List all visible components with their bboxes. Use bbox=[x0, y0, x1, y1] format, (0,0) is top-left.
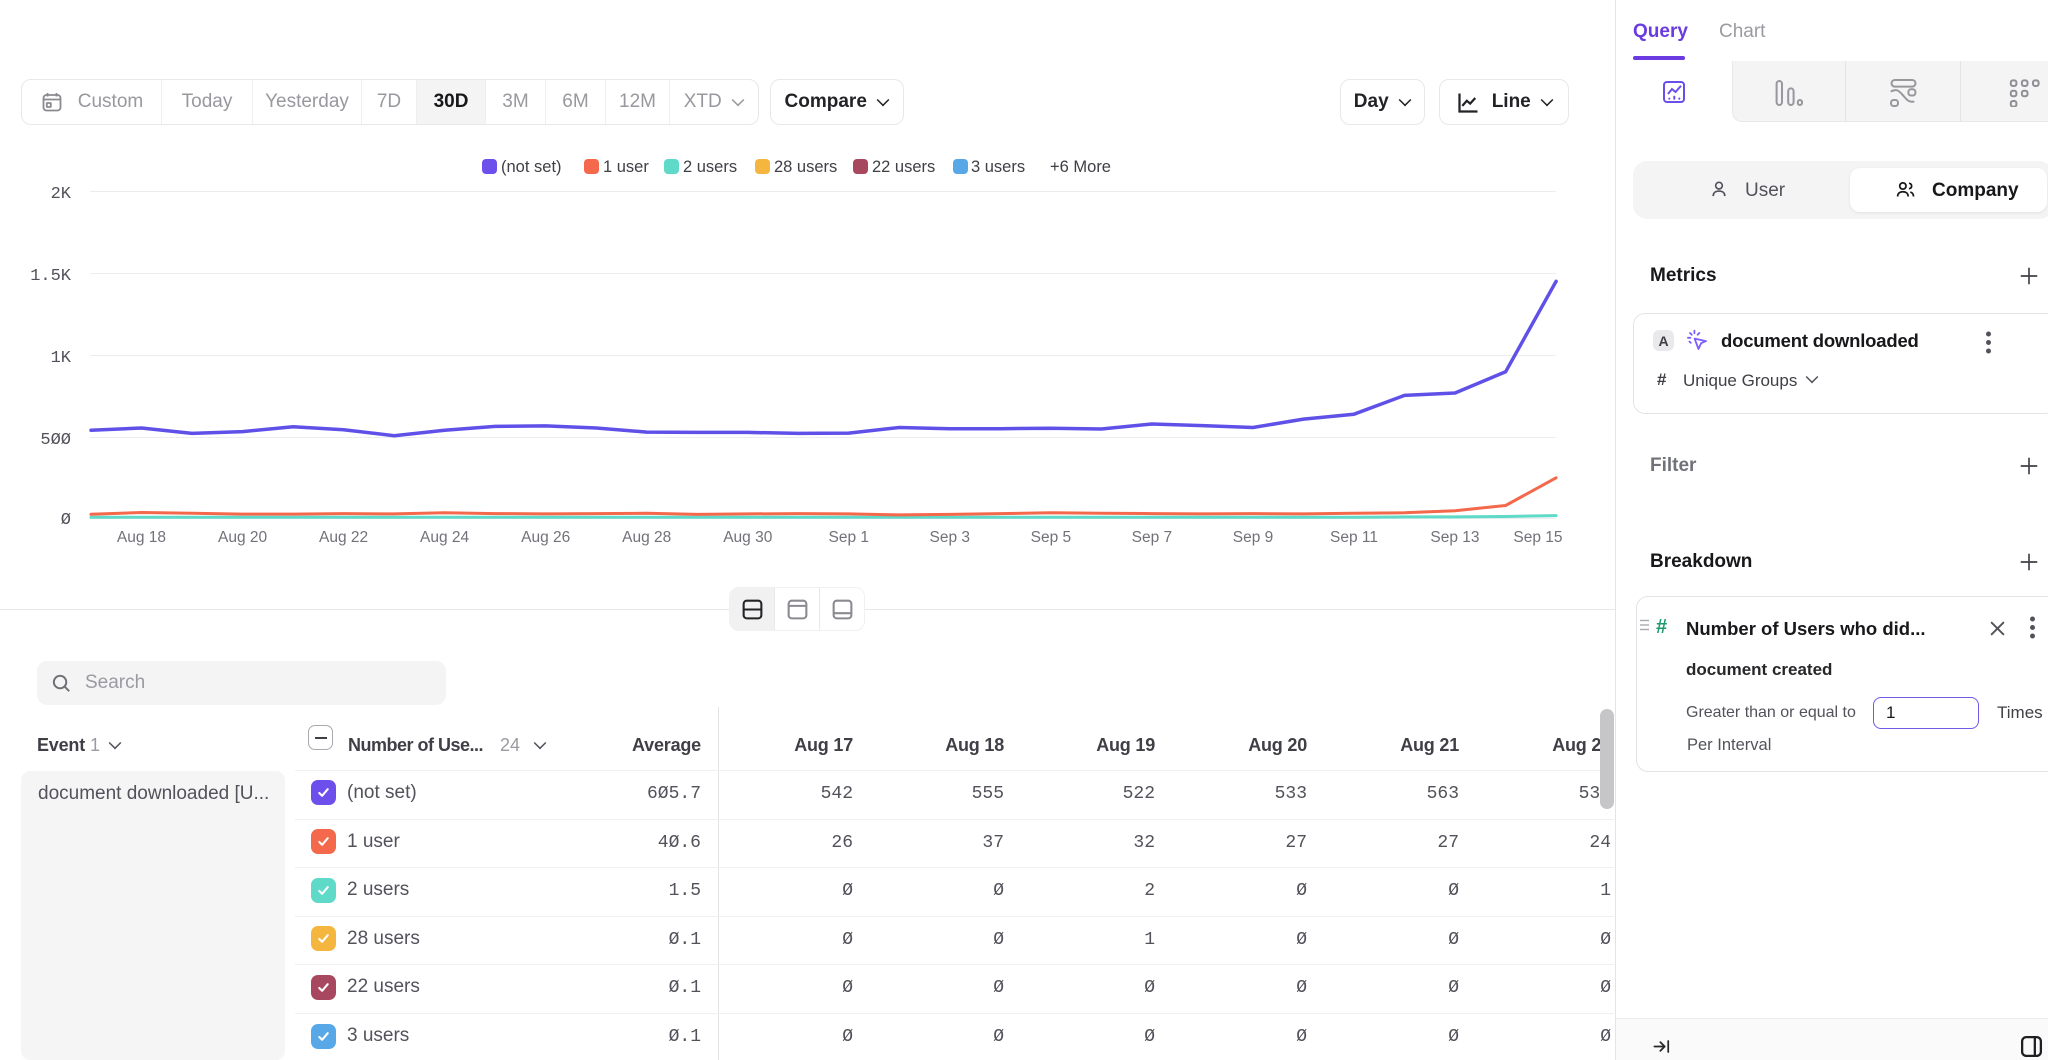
svg-text:Aug 22: Aug 22 bbox=[319, 529, 368, 546]
svg-text:2K: 2K bbox=[51, 185, 72, 204]
svg-text:Aug 18: Aug 18 bbox=[117, 529, 166, 546]
svg-text:Aug 30: Aug 30 bbox=[723, 529, 773, 546]
svg-text:Aug 28: Aug 28 bbox=[622, 529, 671, 546]
svg-text:Sep 11: Sep 11 bbox=[1330, 529, 1378, 546]
svg-text:Sep 7: Sep 7 bbox=[1132, 529, 1173, 546]
svg-text:Sep 9: Sep 9 bbox=[1233, 529, 1274, 546]
svg-text:1.5K: 1.5K bbox=[30, 267, 72, 286]
svg-text:Sep 13: Sep 13 bbox=[1430, 529, 1479, 546]
svg-text:Aug 26: Aug 26 bbox=[521, 529, 570, 546]
svg-text:5ØØ: 5ØØ bbox=[40, 431, 71, 450]
svg-text:Aug 20: Aug 20 bbox=[218, 529, 268, 546]
svg-text:Ø: Ø bbox=[61, 511, 71, 530]
svg-text:Sep 5: Sep 5 bbox=[1031, 529, 1072, 546]
svg-text:Sep 15: Sep 15 bbox=[1513, 529, 1562, 546]
svg-text:Aug 24: Aug 24 bbox=[420, 529, 470, 546]
svg-text:Sep 3: Sep 3 bbox=[930, 529, 971, 546]
svg-text:1K: 1K bbox=[51, 349, 72, 368]
svg-text:Sep 1: Sep 1 bbox=[829, 529, 870, 546]
